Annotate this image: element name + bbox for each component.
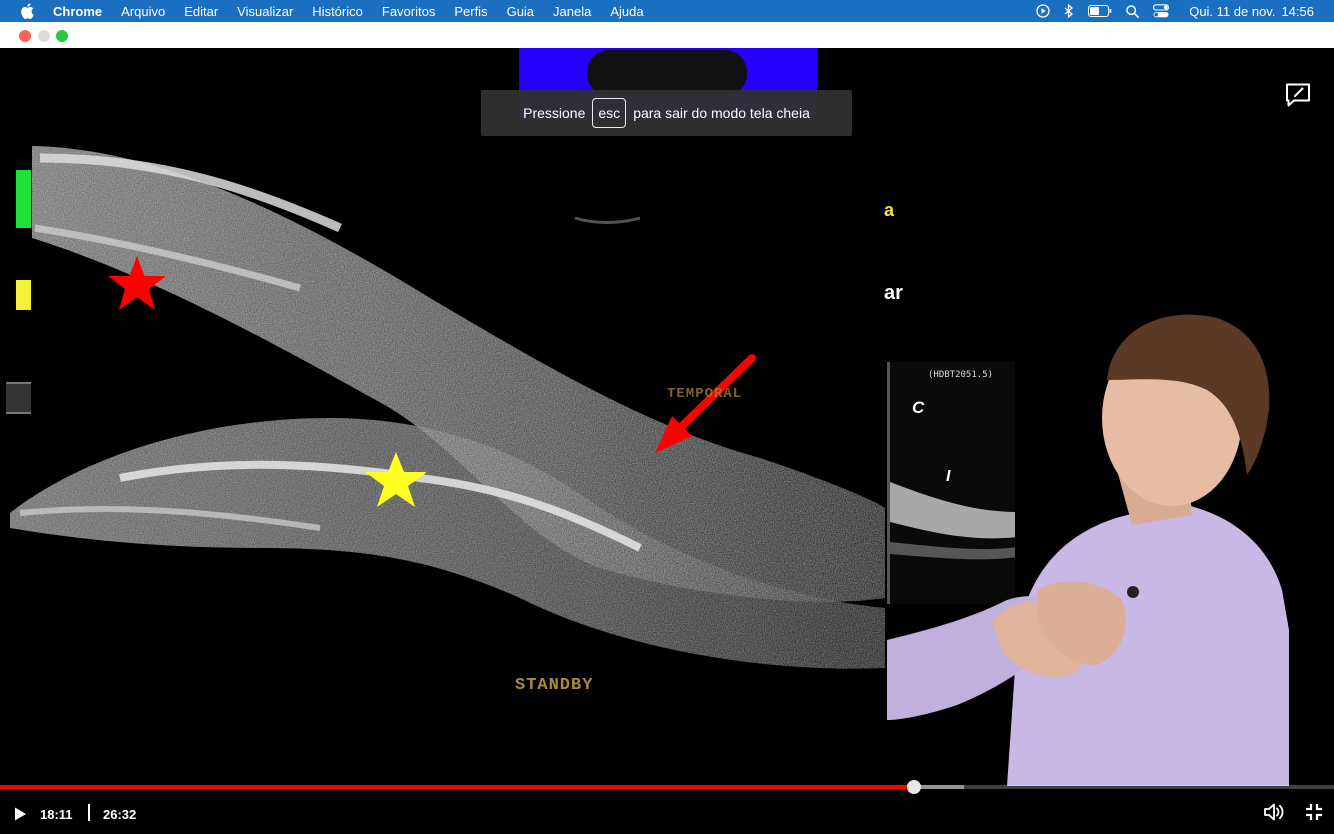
presenter-microphone bbox=[1127, 586, 1139, 598]
media-play-icon[interactable] bbox=[1036, 4, 1050, 18]
window-maximize-button[interactable] bbox=[56, 30, 68, 42]
clock-date: Qui. 11 de nov. bbox=[1189, 3, 1276, 19]
play-icon bbox=[15, 807, 26, 821]
menu-ajuda[interactable]: Ajuda bbox=[610, 4, 643, 19]
toast-esc-key: esc bbox=[592, 98, 627, 128]
menubar-status-area: Qui. 11 de nov. 14:56 bbox=[1036, 0, 1334, 22]
play-button[interactable] bbox=[12, 806, 28, 822]
video-progress-bar[interactable] bbox=[0, 780, 1334, 794]
volume-icon bbox=[1264, 803, 1284, 821]
apple-menu-icon[interactable] bbox=[18, 2, 36, 20]
feedback-report-icon[interactable] bbox=[1284, 82, 1312, 113]
fullscreen-exit-toast: Pressione esc para sair do modo tela che… bbox=[481, 90, 852, 136]
menu-visualizar[interactable]: Visualizar bbox=[237, 4, 293, 19]
spotlight-search-icon[interactable] bbox=[1126, 4, 1140, 18]
ultrasound-tissue bbox=[10, 146, 885, 669]
video-player[interactable]: Pressione esc para sair do modo tela che… bbox=[0, 48, 1334, 834]
current-time: 18:11 bbox=[40, 807, 73, 822]
ultrasound-temporal-label: TEMPORAL bbox=[667, 386, 743, 402]
control-center-icon[interactable] bbox=[1153, 4, 1170, 18]
volume-button[interactable] bbox=[1263, 802, 1285, 822]
slide-partial-text-a: a bbox=[884, 200, 895, 220]
ultrasound-scan-image bbox=[10, 146, 885, 669]
toast-suffix: para sair do modo tela cheia bbox=[633, 105, 810, 121]
toast-prefix: Pressione bbox=[523, 105, 586, 121]
menu-perfis[interactable]: Perfis bbox=[454, 4, 487, 19]
menu-historico[interactable]: Histórico bbox=[312, 4, 363, 19]
window-minimize-button[interactable] bbox=[38, 30, 50, 42]
window-close-button[interactable] bbox=[19, 30, 31, 42]
window-title-strip bbox=[0, 22, 1334, 48]
presenter-video-overlay bbox=[887, 314, 1289, 786]
menu-favoritos[interactable]: Favoritos bbox=[382, 4, 435, 19]
menu-app-name[interactable]: Chrome bbox=[53, 4, 102, 19]
battery-icon[interactable] bbox=[1088, 5, 1112, 17]
bluetooth-icon[interactable] bbox=[1064, 4, 1074, 18]
menu-editar[interactable]: Editar bbox=[184, 4, 218, 19]
menu-janela[interactable]: Janela bbox=[553, 4, 591, 19]
red-arrow-marker bbox=[655, 354, 756, 453]
menubar-clock[interactable]: Qui. 11 de nov. 14:56 bbox=[1183, 4, 1314, 19]
menu-arquivo[interactable]: Arquivo bbox=[121, 4, 165, 19]
exit-fullscreen-icon bbox=[1306, 804, 1322, 820]
menu-guia[interactable]: Guia bbox=[507, 4, 534, 19]
clock-time: 14:56 bbox=[1281, 3, 1314, 19]
video-controls-bar: 18:11 26:32 bbox=[0, 792, 1334, 834]
total-duration: 26:32 bbox=[103, 807, 137, 822]
time-separator bbox=[88, 804, 90, 821]
video-progress-played bbox=[0, 785, 915, 789]
macos-menu-bar: Chrome Arquivo Editar Visualizar Históri… bbox=[0, 0, 1334, 22]
ultrasound-standby-label: STANDBY bbox=[515, 676, 594, 695]
exit-fullscreen-button[interactable] bbox=[1305, 803, 1323, 821]
